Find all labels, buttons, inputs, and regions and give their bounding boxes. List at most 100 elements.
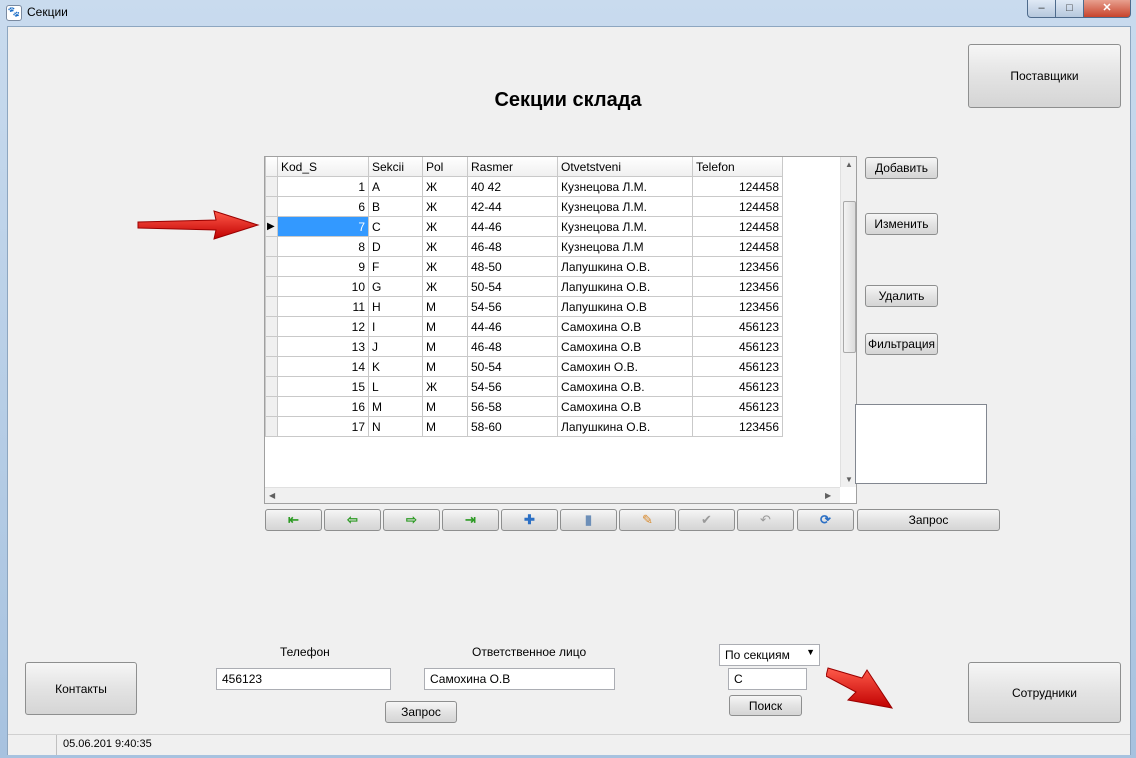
column-header-pol[interactable]: Pol xyxy=(422,157,468,177)
add-button[interactable]: Добавить xyxy=(865,157,938,179)
nav-insert-button[interactable]: ✚ xyxy=(501,509,558,531)
cell-telefon[interactable]: 456123 xyxy=(692,356,783,377)
table-row[interactable]: 10 G Ж 50-54 Лапушкина О.В. 123456 xyxy=(265,276,783,297)
row-indicator[interactable] xyxy=(265,296,278,317)
cell-kod-s[interactable]: 14 xyxy=(277,356,369,377)
cell-rasmer[interactable]: 44-46 xyxy=(467,316,558,337)
cell-kod-s[interactable]: 9 xyxy=(277,256,369,277)
close-button[interactable]: ✕ xyxy=(1083,0,1131,18)
cell-sekcii[interactable]: K xyxy=(368,356,423,377)
search-input[interactable] xyxy=(728,668,807,690)
contacts-button[interactable]: Контакты xyxy=(25,662,137,715)
cell-sekcii[interactable]: D xyxy=(368,236,423,257)
row-indicator[interactable] xyxy=(265,276,278,297)
nav-prior-button[interactable]: ⇦ xyxy=(324,509,381,531)
cell-kod-s[interactable]: 6 xyxy=(277,196,369,217)
cell-otvetstveni[interactable]: Самохин О.В. xyxy=(557,356,693,377)
cell-rasmer[interactable]: 42-44 xyxy=(467,196,558,217)
cell-otvetstveni[interactable]: Кузнецова Л.М. xyxy=(557,196,693,217)
table-row[interactable]: 1 A Ж 40 42 Кузнецова Л.М. 124458 xyxy=(265,176,783,197)
cell-sekcii[interactable]: I xyxy=(368,316,423,337)
cell-pol[interactable]: Ж xyxy=(422,276,468,297)
cell-telefon[interactable]: 123456 xyxy=(692,416,783,437)
table-row[interactable]: ▶ 7 C Ж 44-46 Кузнецова Л.М. 124458 xyxy=(265,216,783,237)
delete-button[interactable]: Удалить xyxy=(865,285,938,307)
edit-button[interactable]: Изменить xyxy=(865,213,938,235)
cell-telefon[interactable]: 456123 xyxy=(692,336,783,357)
query-bottom-button[interactable]: Запрос xyxy=(385,701,457,723)
maximize-button[interactable]: □ xyxy=(1055,0,1084,18)
scroll-right-icon[interactable]: ▶ xyxy=(825,491,831,500)
filter-button[interactable]: Фильтрация xyxy=(865,333,938,355)
cell-telefon[interactable]: 124458 xyxy=(692,216,783,237)
scroll-thumb[interactable] xyxy=(843,201,856,353)
row-indicator[interactable] xyxy=(265,416,278,437)
row-indicator[interactable] xyxy=(265,236,278,257)
table-row[interactable]: 17 N М 58-60 Лапушкина О.В. 123456 xyxy=(265,416,783,437)
memo-box[interactable] xyxy=(855,404,987,484)
cell-pol[interactable]: М xyxy=(422,356,468,377)
grid-horizontal-scrollbar[interactable]: ◀ ▶ xyxy=(265,487,840,503)
column-header-rasmer[interactable]: Rasmer xyxy=(467,157,558,177)
nav-refresh-button[interactable]: ⟳ xyxy=(797,509,854,531)
responsible-input[interactable] xyxy=(424,668,615,690)
cell-pol[interactable]: Ж xyxy=(422,176,468,197)
cell-rasmer[interactable]: 48-50 xyxy=(467,256,558,277)
cell-kod-s[interactable]: 15 xyxy=(277,376,369,397)
nav-first-button[interactable]: ⇤ xyxy=(265,509,322,531)
cell-otvetstveni[interactable]: Самохина О.В xyxy=(557,396,693,417)
phone-input[interactable] xyxy=(216,668,391,690)
row-indicator[interactable] xyxy=(265,196,278,217)
query-top-button[interactable]: Запрос xyxy=(857,509,1000,531)
nav-delete-button[interactable]: ▮ xyxy=(560,509,617,531)
cell-otvetstveni[interactable]: Кузнецова Л.М. xyxy=(557,176,693,197)
minimize-button[interactable]: – xyxy=(1027,0,1056,18)
cell-rasmer[interactable]: 44-46 xyxy=(467,216,558,237)
cell-rasmer[interactable]: 50-54 xyxy=(467,356,558,377)
cell-sekcii[interactable]: B xyxy=(368,196,423,217)
cell-sekcii[interactable]: N xyxy=(368,416,423,437)
search-mode-select[interactable]: По секциям ▼ xyxy=(719,644,820,666)
cell-rasmer[interactable]: 56-58 xyxy=(467,396,558,417)
cell-pol[interactable]: М xyxy=(422,416,468,437)
cell-otvetstveni[interactable]: Кузнецова Л.М xyxy=(557,236,693,257)
table-row[interactable]: 15 L Ж 54-56 Самохина О.В. 456123 xyxy=(265,376,783,397)
nav-post-button[interactable]: ✔ xyxy=(678,509,735,531)
nav-cancel-button[interactable]: ↶ xyxy=(737,509,794,531)
cell-kod-s[interactable]: 13 xyxy=(277,336,369,357)
table-row[interactable]: 6 B Ж 42-44 Кузнецова Л.М. 124458 xyxy=(265,196,783,217)
table-row[interactable]: 8 D Ж 46-48 Кузнецова Л.М 124458 xyxy=(265,236,783,257)
cell-telefon[interactable]: 124458 xyxy=(692,236,783,257)
cell-telefon[interactable]: 123456 xyxy=(692,256,783,277)
title-bar[interactable]: 🐾 Секции – □ ✕ xyxy=(0,0,1136,26)
nav-next-button[interactable]: ⇨ xyxy=(383,509,440,531)
cell-otvetstveni[interactable]: Самохина О.В xyxy=(557,336,693,357)
cell-otvetstveni[interactable]: Лапушкина О.В xyxy=(557,296,693,317)
cell-sekcii[interactable]: H xyxy=(368,296,423,317)
row-indicator[interactable] xyxy=(265,256,278,277)
cell-pol[interactable]: М xyxy=(422,396,468,417)
cell-pol[interactable]: Ж xyxy=(422,196,468,217)
cell-pol[interactable]: Ж xyxy=(422,376,468,397)
table-row[interactable]: 11 H М 54-56 Лапушкина О.В 123456 xyxy=(265,296,783,317)
cell-kod-s[interactable]: 7 xyxy=(277,216,369,237)
suppliers-button[interactable]: Поставщики xyxy=(968,44,1121,108)
cell-otvetstveni[interactable]: Лапушкина О.В. xyxy=(557,276,693,297)
cell-rasmer[interactable]: 58-60 xyxy=(467,416,558,437)
cell-pol[interactable]: М xyxy=(422,296,468,317)
cell-rasmer[interactable]: 46-48 xyxy=(467,236,558,257)
column-header-kod-s[interactable]: Kod_S xyxy=(277,157,369,177)
row-indicator[interactable] xyxy=(265,396,278,417)
cell-sekcii[interactable]: F xyxy=(368,256,423,277)
cell-otvetstveni[interactable]: Кузнецова Л.М. xyxy=(557,216,693,237)
cell-otvetstveni[interactable]: Лапушкина О.В. xyxy=(557,256,693,277)
cell-kod-s[interactable]: 12 xyxy=(277,316,369,337)
row-indicator[interactable] xyxy=(265,336,278,357)
row-indicator[interactable] xyxy=(265,356,278,377)
cell-rasmer[interactable]: 40 42 xyxy=(467,176,558,197)
search-button[interactable]: Поиск xyxy=(729,695,802,716)
cell-sekcii[interactable]: J xyxy=(368,336,423,357)
employees-button[interactable]: Сотрудники xyxy=(968,662,1121,723)
column-header-otvetstveni[interactable]: Otvetstveni xyxy=(557,157,693,177)
cell-rasmer[interactable]: 50-54 xyxy=(467,276,558,297)
